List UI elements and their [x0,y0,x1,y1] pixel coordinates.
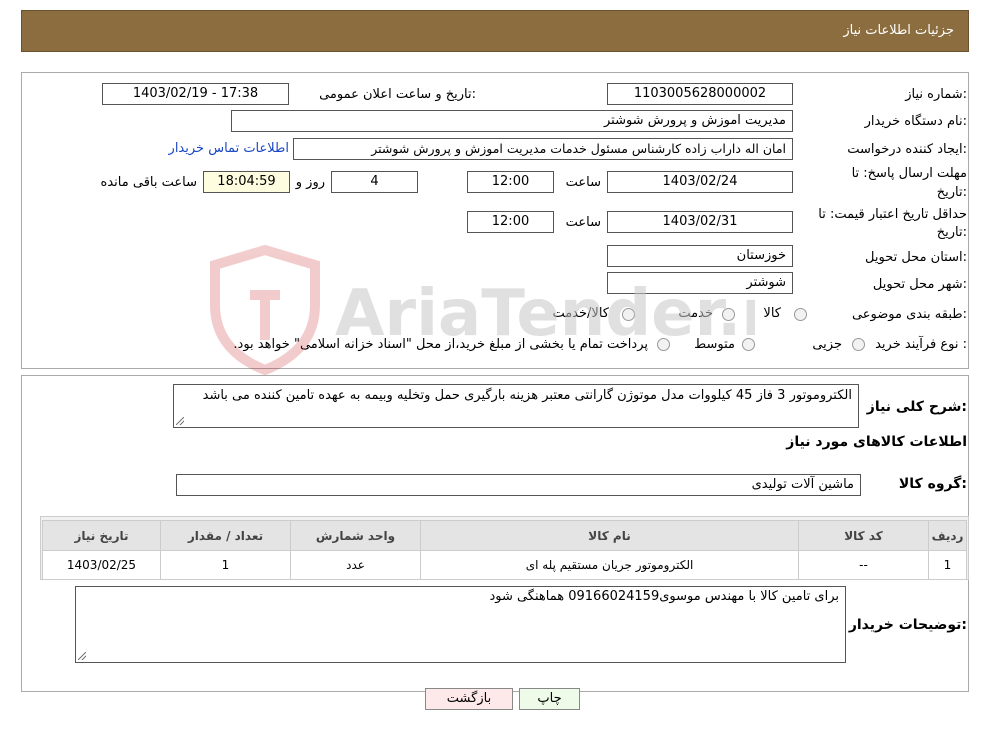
goods-group-label: گروه کالا: [898,476,967,492]
resize-grip-icon[interactable] [176,417,184,425]
province-field[interactable]: خوزستان [607,245,793,267]
validity-time-field[interactable]: 12:00 [467,211,554,233]
print-button[interactable]: چاپ [519,688,580,710]
process-checkbox-treasury[interactable] [657,338,670,351]
process-treasury-note: پرداخت تمام یا بخشی از مبلغ خرید،از محل … [233,337,648,352]
resize-grip-icon[interactable] [78,652,86,660]
cell-name: الکتروموتور جریان مستقیم پله ای [420,550,799,580]
process-radio-medium[interactable] [742,338,755,351]
col-row: ردیف [928,520,967,551]
buyer-org-field[interactable]: مدیریت اموزش و پرورش شوشتر [231,110,793,132]
col-name: نام کالا [420,520,799,551]
days-field[interactable]: 4 [331,171,418,193]
cell-need-date: 1403/02/25 [42,550,161,580]
category-radio-service[interactable] [722,308,735,321]
category-radio-goods[interactable] [794,308,807,321]
col-need-date: تاریخ نیاز [42,520,161,551]
deadline-time-field[interactable]: 12:00 [467,171,554,193]
col-quantity: تعداد / مقدار [160,520,291,551]
page-header: جزئیات اطلاعات نیاز [21,10,969,52]
city-field[interactable]: شوشتر [607,272,793,294]
category-label: طبقه بندی موضوعی: [851,307,967,322]
deadline-time-label: ساعت [565,175,601,190]
process-option-minor: جزیی [812,337,842,352]
deadline-label: مهلت ارسال پاسخ: تا [851,166,967,181]
validity-time-label: ساعت [565,215,601,230]
category-option-goods-service: کالا/خدمت [552,306,609,321]
col-unit: واحد شمارش [290,520,421,551]
announce-field[interactable]: 1403/02/19 - 17:38 [102,83,289,105]
deadline-label-date: تاریخ: [936,185,967,200]
buyer-notes-textarea[interactable]: برای تامین کالا با مهندس موسوی0916602415… [75,586,846,663]
validity-date-field[interactable]: 1403/02/31 [607,211,793,233]
creator-label: ایجاد کننده درخواست: [847,142,967,157]
col-code: کد کالا [798,520,929,551]
back-button[interactable]: بازگشت [425,688,513,710]
category-option-service: خدمت [678,306,713,321]
items-table-header: ردیف کد کالا نام کالا واحد شمارش تعداد /… [42,520,967,551]
days-label: روز و [295,175,325,190]
goods-group-field[interactable]: ماشین آلات تولیدی [176,474,861,496]
cell-unit: عدد [290,550,421,580]
need-number-field[interactable]: 1103005628000002 [607,83,793,105]
process-radio-minor[interactable] [852,338,865,351]
remaining-time-label: ساعت باقی مانده [100,175,197,190]
table-row[interactable]: 1 -- الکتروموتور جریان مستقیم پله ای عدد… [42,550,967,580]
summary-textarea[interactable]: الکتروموتور 3 فاز 45 کیلووات مدل موتوژن … [173,384,859,428]
process-label: نوع فرآیند خرید : [875,337,967,352]
items-table-container: ردیف کد کالا نام کالا واحد شمارش تعداد /… [40,516,969,580]
city-label: شهر محل تحویل: [872,277,967,292]
buyer-notes-text: برای تامین کالا با مهندس موسوی0916602415… [489,589,839,604]
process-option-medium: متوسط [694,337,735,352]
need-number-label: شماره نیاز: [905,87,967,102]
validity-label: حداقل تاریخ اعتبار قیمت: تا [818,207,967,222]
goods-section-title: اطلاعات کالاهای مورد نیاز [786,434,967,450]
items-table: ردیف کد کالا نام کالا واحد شمارش تعداد /… [42,520,967,580]
category-option-goods: کالا [763,306,781,321]
province-label: استان محل تحویل: [865,250,967,265]
buyer-notes-label: توضیحات خریدار: [848,617,967,633]
page-title: جزئیات اطلاعات نیاز [843,23,954,38]
cell-code: -- [798,550,929,580]
buyer-org-label: نام دستگاه خریدار: [864,114,967,129]
validity-label-date: تاریخ: [936,225,967,240]
announce-label: تاریخ و ساعت اعلان عمومی: [319,87,476,102]
cell-row: 1 [928,550,967,580]
contact-info-link[interactable]: اطلاعات تماس خریدار [169,141,289,156]
summary-label: شرح کلی نیاز: [866,399,967,415]
remaining-time-field: 18:04:59 [203,171,290,193]
cell-quantity: 1 [160,550,291,580]
deadline-date-field[interactable]: 1403/02/24 [607,171,793,193]
category-radio-goods-service[interactable] [622,308,635,321]
summary-text: الکتروموتور 3 فاز 45 کیلووات مدل موتوژن … [202,388,852,403]
creator-field[interactable]: امان اله داراب زاده کارشناس مسئول خدمات … [293,138,793,160]
